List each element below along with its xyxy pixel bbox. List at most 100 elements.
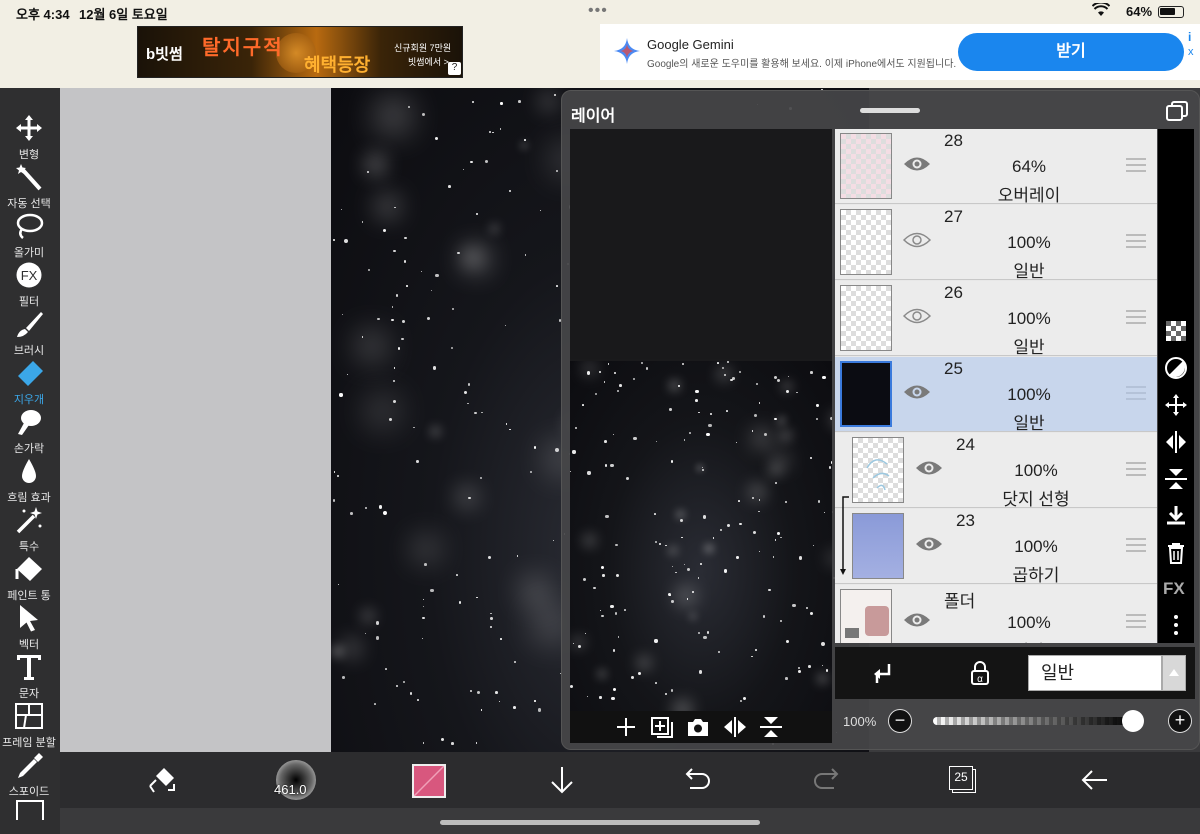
camera-icon[interactable] <box>686 716 710 738</box>
eye-icon[interactable] <box>903 611 931 629</box>
more-options-icon[interactable] <box>1164 613 1188 637</box>
ad-help-icon[interactable]: ? <box>448 62 461 75</box>
tool-paint-bucket[interactable]: 페인트 통 <box>0 555 60 603</box>
eye-icon[interactable] <box>915 535 943 553</box>
home-indicator[interactable] <box>440 820 760 825</box>
undo-icon[interactable] <box>680 764 712 796</box>
tool-transform[interactable]: 변형 <box>0 114 60 162</box>
bithumb-ad[interactable]: b빗썸 탈지구적 혜택등장 신규회원 7만원 빗썸에서 > ? <box>137 26 463 78</box>
multitask-dots-icon[interactable]: ••• <box>588 2 608 20</box>
tool-frame-divider[interactable]: 프레임 분할 <box>0 702 60 750</box>
tool-special[interactable]: 특수 <box>0 506 60 554</box>
quick-tool-switch-icon[interactable] <box>146 764 178 796</box>
eye-icon[interactable] <box>903 307 931 325</box>
fx-button[interactable]: FX <box>1163 579 1185 599</box>
gemini-ad[interactable]: Google Gemini Google의 새로운 도우미를 활용해 보세요. … <box>600 24 1200 80</box>
snow-particle <box>696 464 703 471</box>
opacity-increase-button[interactable]: + <box>1168 709 1192 733</box>
snow-particle <box>377 317 380 321</box>
snow-particle <box>492 132 494 134</box>
snow-particle <box>774 539 777 541</box>
back-arrow-icon[interactable] <box>1079 764 1111 796</box>
layer-row[interactable]: 28 64% 오버레이 <box>835 129 1157 205</box>
canvas-settings-icon[interactable] <box>16 800 44 820</box>
flip-layer-vertical-icon[interactable] <box>1164 467 1188 491</box>
opacity-slider-knob[interactable] <box>1122 710 1144 732</box>
tool-eyedropper[interactable]: 스포이드 <box>0 751 60 799</box>
tool-text[interactable]: 문자 <box>0 653 60 701</box>
snow-particle <box>706 433 710 437</box>
flip-vertical-icon[interactable] <box>759 716 783 738</box>
drag-handle-icon[interactable] <box>1126 309 1146 325</box>
blend-mode-dropdown-arrow[interactable] <box>1162 655 1186 691</box>
tool-label: 특수 <box>18 541 40 553</box>
layers-count-icon[interactable]: 25 <box>949 766 973 790</box>
snow-particle <box>516 555 519 557</box>
snow-particle <box>362 609 375 622</box>
snow-particle <box>737 500 740 503</box>
eye-icon[interactable] <box>903 383 931 401</box>
blend-mode-select[interactable]: 일반 <box>1028 655 1162 691</box>
tool-lasso[interactable]: 올가미 <box>0 212 60 260</box>
drag-handle-icon[interactable] <box>1126 385 1146 401</box>
snow-particle <box>464 247 488 271</box>
add-layer-icon[interactable] <box>614 716 638 738</box>
snow-particle <box>451 346 454 349</box>
opacity-slider-track[interactable] <box>933 717 1133 725</box>
maximize-icon[interactable] <box>1166 101 1188 121</box>
contrast-icon[interactable] <box>1164 356 1188 380</box>
move-layer-icon[interactable] <box>1164 393 1188 417</box>
layer-row-folder[interactable]: 폴더 100% 일반 <box>835 585 1157 643</box>
redo-icon[interactable] <box>812 764 844 796</box>
drag-handle-icon[interactable] <box>1126 157 1146 173</box>
layer-row[interactable]: 23 100% 곱하기 <box>835 496 1157 585</box>
transparency-checker-icon[interactable] <box>1164 319 1188 343</box>
snow-particle <box>407 105 411 109</box>
layer-row[interactable]: 27 100% 일반 <box>835 205 1157 281</box>
snow-particle <box>457 251 460 254</box>
tool-smudge[interactable]: 손가락 <box>0 408 60 456</box>
move-icon <box>16 115 42 141</box>
download-arrow-icon[interactable] <box>546 764 578 796</box>
drag-handle-icon[interactable] <box>1126 537 1146 553</box>
color-swatch[interactable] <box>412 764 446 798</box>
ad-close-icon[interactable]: x <box>1188 46 1194 58</box>
layer-row[interactable]: 26 100% 일반 <box>835 281 1157 357</box>
flip-layer-horizontal-icon[interactable] <box>1164 430 1188 454</box>
drag-handle-icon[interactable] <box>1126 461 1146 477</box>
snow-particle <box>367 397 396 426</box>
flip-horizontal-icon[interactable] <box>723 716 747 738</box>
alpha-lock-icon[interactable]: α <box>969 661 991 685</box>
snow-particle <box>684 563 686 566</box>
snow-particle <box>379 101 408 130</box>
eye-icon[interactable] <box>915 459 943 477</box>
snow-particle <box>716 361 719 364</box>
ad-info-icon[interactable]: i <box>1188 30 1191 44</box>
panel-grabber[interactable] <box>860 108 920 113</box>
snow-particle <box>695 399 698 402</box>
status-bar: 오후 4:34 12월 6일 토요일 ••• 64% <box>0 0 1200 24</box>
layer-row[interactable]: 24 100% 닷지 선형 <box>835 433 1157 509</box>
layer-row-selected[interactable]: 25 100% 일반 <box>835 357 1157 433</box>
drag-handle-icon[interactable] <box>1126 233 1146 249</box>
tool-vector[interactable]: 벡터 <box>0 604 60 652</box>
tool-auto-select[interactable]: 자동 선택 <box>0 163 60 211</box>
tool-eraser[interactable]: 지우개 <box>0 359 60 407</box>
tool-brush[interactable]: 브러시 <box>0 310 60 358</box>
tool-filter[interactable]: FX 필터 <box>0 261 60 309</box>
trash-icon[interactable] <box>1164 541 1188 565</box>
drag-handle-icon[interactable] <box>1126 613 1146 629</box>
duplicate-layer-icon[interactable] <box>650 716 674 738</box>
layer-opacity-bar: 100% − + <box>835 701 1195 741</box>
eye-icon[interactable] <box>903 155 931 173</box>
opacity-decrease-button[interactable]: − <box>888 709 912 733</box>
snow-particle <box>699 563 702 566</box>
snow-particle <box>768 589 771 592</box>
eye-icon[interactable] <box>903 231 931 249</box>
merge-down-icon[interactable] <box>1164 504 1188 528</box>
vector-cursor-icon <box>20 605 38 632</box>
snow-particle <box>668 408 672 411</box>
get-button[interactable]: 받기 <box>958 33 1184 71</box>
tool-blur[interactable]: 흐림 효과 <box>0 457 60 505</box>
clipping-icon[interactable] <box>871 661 893 685</box>
